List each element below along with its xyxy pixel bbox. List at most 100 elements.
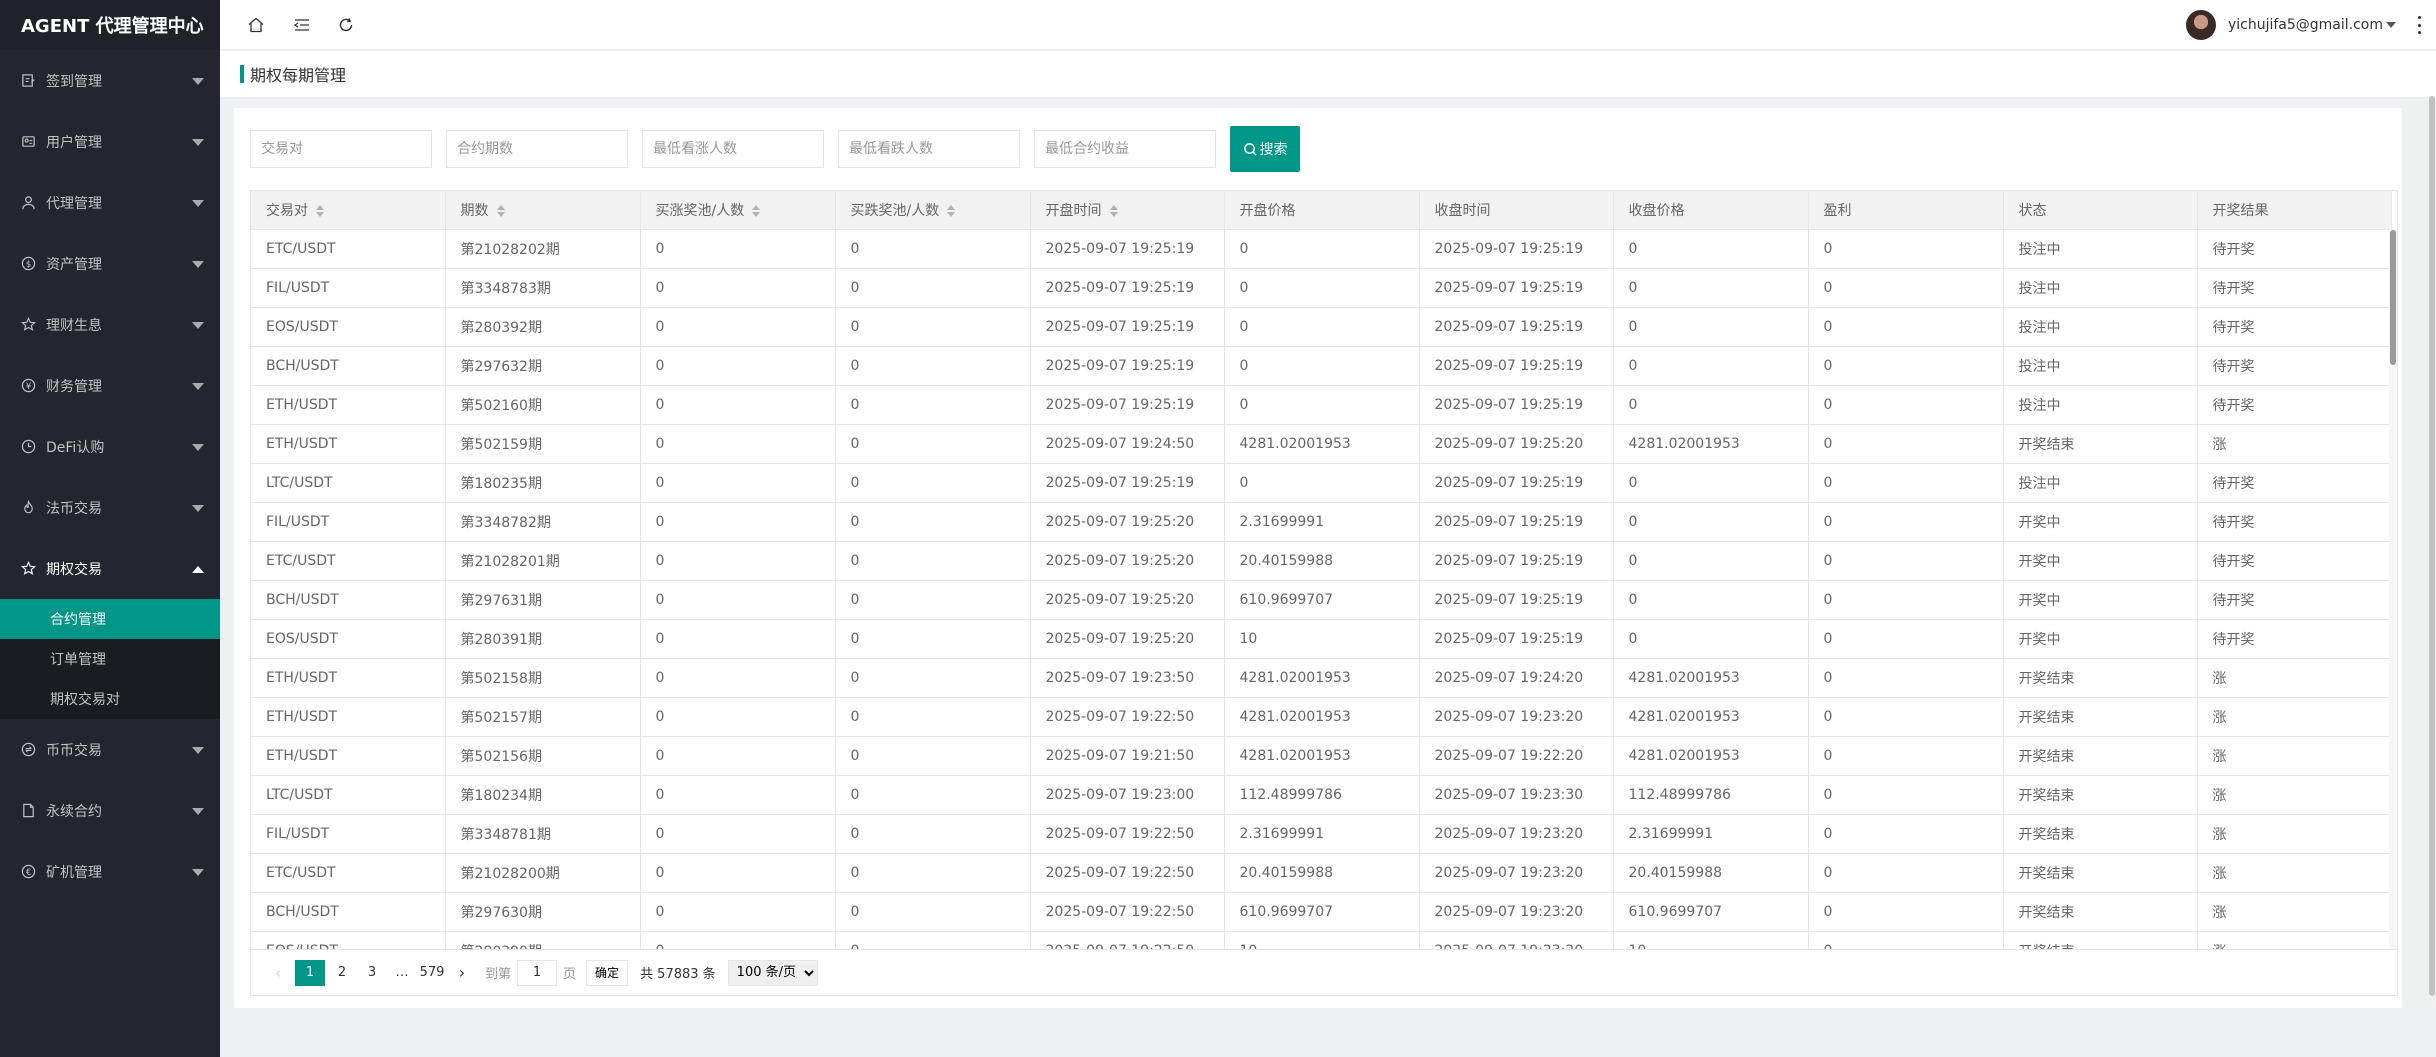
table-row: FIL/USDT 第3348782期 0 0 2025-09-07 19:25:20 2.…	[251, 502, 2392, 542]
more-icon[interactable]	[2416, 16, 2422, 34]
goto-confirm-button[interactable]: 确定	[586, 959, 629, 986]
table-cell: 4281.02001953	[1613, 658, 1809, 698]
table-cell: 10	[1613, 931, 1809, 949]
table-cell: 涨	[2197, 697, 2392, 737]
column-header[interactable]: 买涨奖池/人数	[640, 191, 836, 230]
table-cell: 第21028200期	[445, 853, 641, 893]
table-cell: 第502160期	[445, 385, 641, 425]
submenu-item-option-pairs[interactable]: 期权交易对	[0, 679, 220, 719]
table-row: ETC/USDT 第21028201期 0 0 2025-09-07 19:25:20 2…	[251, 541, 2392, 581]
sidebar-item-finance[interactable]: ¥ 财务管理	[0, 355, 220, 416]
table-cell: 2.31699991	[1224, 502, 1420, 542]
menu-collapse-icon[interactable]	[290, 13, 314, 37]
table-cell: 2025-09-07 19:23:50	[1030, 658, 1225, 698]
page-size-select[interactable]: 100 条/页	[727, 959, 818, 986]
table-cell: 2025-09-07 19:25:20	[1030, 541, 1225, 581]
table-cell: 0	[640, 307, 836, 347]
submenu-item-orders[interactable]: 订单管理	[0, 639, 220, 679]
sidebar-item-fiat[interactable]: 法币交易	[0, 477, 220, 538]
sidebar-item-sign-in[interactable]: 签到管理	[0, 50, 220, 111]
table-cell: 涨	[2197, 892, 2392, 932]
table-cell: 0	[1613, 307, 1809, 347]
sidebar-item-spot[interactable]: 币币交易	[0, 719, 220, 780]
table-cell: 第502157期	[445, 697, 641, 737]
home-icon[interactable]	[244, 13, 268, 37]
table-cell: 2025-09-07 19:25:19	[1419, 580, 1614, 620]
table-row: LTC/USDT 第180235期 0 0 2025-09-07 19:25:19 0 20…	[251, 463, 2392, 503]
sort-icon[interactable]	[496, 204, 505, 217]
table-cell: 0	[835, 580, 1031, 620]
table-cell: 0	[835, 619, 1031, 659]
column-header[interactable]: 买跌奖池/人数	[835, 191, 1031, 230]
page-button[interactable]: 3	[359, 960, 385, 986]
table-cell: 0	[835, 697, 1031, 737]
table-cell: ETH/USDT	[251, 424, 446, 464]
table-cell: 0	[835, 892, 1031, 932]
table-row: BCH/USDT 第297630期 0 0 2025-09-07 19:22:50 610…	[251, 892, 2392, 932]
table-row: BCH/USDT 第297631期 0 0 2025-09-07 19:25:20 610…	[251, 580, 2392, 620]
page-scrollbar[interactable]	[2428, 96, 2436, 1006]
refresh-icon[interactable]	[334, 13, 358, 37]
sort-icon[interactable]	[316, 204, 324, 217]
pair-input[interactable]	[250, 130, 432, 168]
table-scrollbar[interactable]	[2389, 229, 2397, 949]
column-header[interactable]: 期数	[445, 191, 641, 230]
table-row: ETH/USDT 第502158期 0 0 2025-09-07 19:23:50 428…	[251, 658, 2392, 698]
page-button-last[interactable]: 579	[419, 960, 445, 986]
sidebar-item-options[interactable]: 期权交易	[0, 538, 220, 599]
goto-page-input[interactable]	[517, 959, 558, 986]
table-cell: 2025-09-07 19:25:19	[1419, 502, 1614, 542]
min-bull-input[interactable]	[642, 130, 824, 168]
sign-in-icon	[20, 73, 36, 89]
sidebar-item-wealth[interactable]: 理财生息	[0, 294, 220, 355]
submenu-item-contracts[interactable]: 合约管理	[0, 599, 220, 639]
column-header[interactable]: 交易对	[251, 191, 446, 230]
table-cell: 2025-09-07 19:25:19	[1030, 268, 1225, 308]
column-header[interactable]: 开盘时间	[1030, 191, 1225, 230]
sidebar-item-defi[interactable]: DeFi认购	[0, 416, 220, 477]
exchange-icon	[20, 742, 36, 758]
table-cell: LTC/USDT	[251, 775, 446, 815]
sort-icon[interactable]	[1109, 204, 1118, 217]
sidebar-item-miners[interactable]: € 矿机管理	[0, 841, 220, 902]
table-cell: 0	[835, 502, 1031, 542]
table-cell: 0	[1808, 853, 2004, 893]
sort-icon[interactable]	[752, 204, 761, 217]
sidebar-item-label: 资产管理	[46, 256, 102, 273]
min-profit-input[interactable]	[1034, 130, 1216, 168]
next-page-button[interactable]: ›	[449, 960, 475, 986]
sort-icon[interactable]	[947, 204, 956, 217]
table-row: BCH/USDT 第297632期 0 0 2025-09-07 19:25:19 0 20…	[251, 346, 2392, 386]
period-input[interactable]	[446, 130, 628, 168]
table-cell: 第21028201期	[445, 541, 641, 581]
sidebar-item-assets[interactable]: $ 资产管理	[0, 233, 220, 294]
prev-page-button[interactable]: ‹	[265, 960, 291, 986]
sidebar-item-label: 签到管理	[46, 73, 102, 90]
table-cell: 0	[640, 775, 836, 815]
table-cell: 2025-09-07 19:22:50	[1030, 853, 1225, 893]
page-suffix: 页	[563, 967, 577, 982]
coin-icon: €	[20, 864, 36, 880]
table-cell: 0	[1224, 463, 1420, 503]
page-button-current[interactable]: 1	[295, 959, 325, 986]
sidebar-item-users[interactable]: 用户管理	[0, 111, 220, 172]
table-cell: 待开奖	[2197, 619, 2392, 659]
column-header: 开奖结果	[2197, 191, 2392, 230]
page-button[interactable]: 2	[329, 960, 355, 986]
table-cell: 待开奖	[2197, 502, 2392, 542]
sidebar-item-agent[interactable]: 代理管理	[0, 172, 220, 233]
sidebar-item-perpetual[interactable]: 永续合约	[0, 780, 220, 841]
table-row: LTC/USDT 第180234期 0 0 2025-09-07 19:23:00 112…	[251, 775, 2392, 815]
table-row: ETH/USDT 第502157期 0 0 2025-09-07 19:22:50 428…	[251, 697, 2392, 737]
min-bear-input[interactable]	[838, 130, 1020, 168]
table-cell: 0	[1808, 619, 2004, 659]
user-menu[interactable]: yichujifa5@gmail.com	[2185, 10, 2396, 40]
table-cell: 0	[1808, 229, 2004, 269]
table-cell: 待开奖	[2197, 385, 2392, 425]
sidebar-item-label: 矿机管理	[46, 864, 102, 881]
table-cell: 2025-09-07 19:24:50	[1030, 424, 1225, 464]
search-button[interactable]: 搜索	[1230, 126, 1300, 172]
content-card: 搜索 交易对 期数 买涨奖池/人数 买跌奖池/人数 开盘时间 开盘价格 收盘时间…	[234, 108, 2402, 1008]
table-cell: 2025-09-07 19:25:20	[1030, 580, 1225, 620]
table-cell: 2025-09-07 19:25:19	[1419, 346, 1614, 386]
